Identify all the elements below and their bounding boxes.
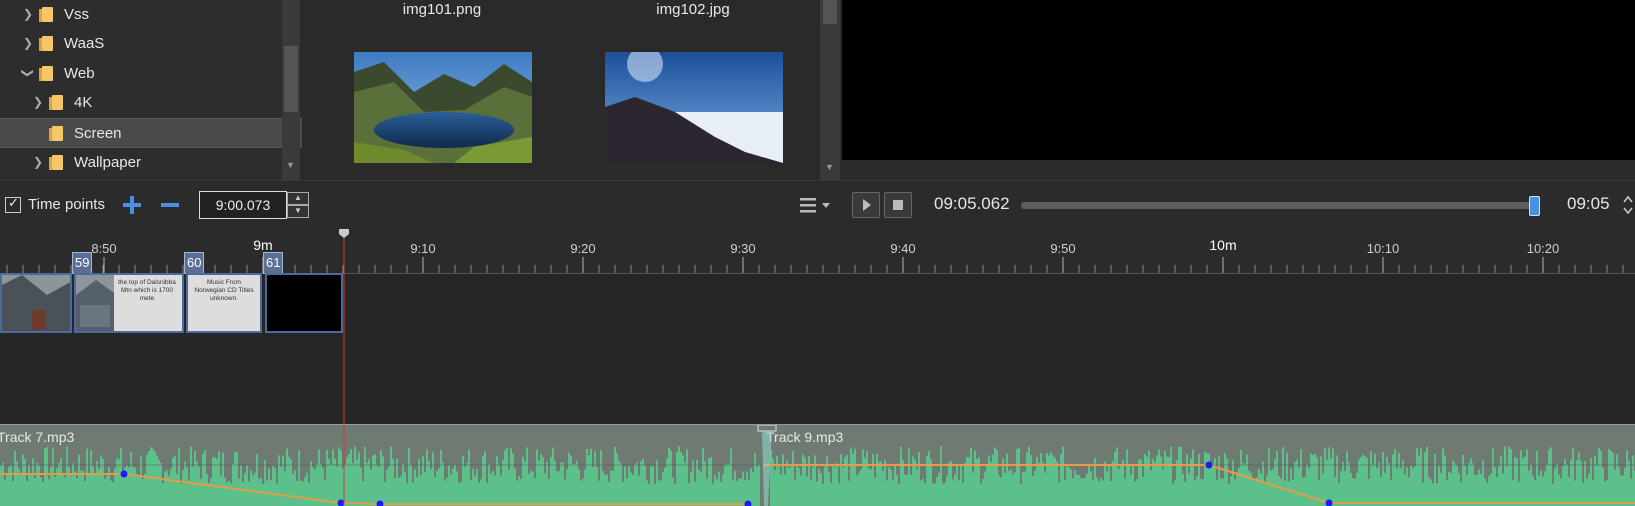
ruler-label: 9:30 bbox=[730, 241, 755, 256]
ruler-label: 9:40 bbox=[890, 241, 915, 256]
spin-down-icon[interactable]: ▼ bbox=[287, 205, 309, 218]
tree-item-wallpaper[interactable]: ❯ Wallpaper bbox=[0, 148, 314, 176]
scroll-down-icon[interactable]: ▼ bbox=[286, 160, 295, 170]
browser-scrollbar-thumb[interactable] bbox=[823, 0, 837, 24]
file-label-clipped bbox=[352, 172, 532, 180]
slide-number: 59 bbox=[72, 252, 92, 274]
folder-tree: ❯ Vss ❯ WaaS ❯ Web ❯ 4K Screen ❯ Wallpap… bbox=[0, 0, 300, 180]
playhead-line bbox=[344, 238, 345, 505]
slide-clip[interactable]: Music From Norwegian CD Titles unknown. bbox=[186, 273, 262, 333]
folder-icon bbox=[42, 36, 53, 51]
browser-scrollbar[interactable]: ▼ bbox=[820, 0, 840, 180]
ruler-label: 10m bbox=[1209, 237, 1236, 253]
slide-caption: the top of Dalsnibba Mtn which is 1700 m… bbox=[116, 279, 178, 303]
folder-icon bbox=[42, 66, 53, 81]
chevron-right-icon[interactable]: ❯ bbox=[22, 37, 34, 49]
envelope-keypoint bbox=[121, 471, 128, 478]
stop-icon bbox=[885, 193, 911, 217]
timeline-toolbar: ✓ Time points 9:00.073 ▲ ▼ 09:05.062 09:… bbox=[0, 180, 1635, 230]
ruler-label: 10:10 bbox=[1367, 241, 1400, 256]
current-time: 09:05.062 bbox=[934, 194, 1010, 214]
chevron-right-icon[interactable]: ❯ bbox=[32, 156, 44, 168]
ruler-label: 9m bbox=[253, 237, 272, 253]
ruler-label: 9:20 bbox=[570, 241, 595, 256]
tree-item-4k[interactable]: ❯ 4K bbox=[0, 88, 314, 116]
seek-bar[interactable] bbox=[1021, 202, 1539, 209]
crossfade-marker[interactable] bbox=[756, 425, 780, 506]
file-label: img102.jpg bbox=[603, 1, 783, 18]
ruler-label: 10:20 bbox=[1527, 241, 1560, 256]
spin-up-icon[interactable]: ▲ bbox=[287, 192, 309, 205]
envelope-keypoint bbox=[1206, 462, 1213, 469]
slide-caption: Music From Norwegian CD Titles unknown. bbox=[192, 279, 256, 303]
playhead-handle[interactable] bbox=[339, 229, 349, 238]
playhead[interactable] bbox=[336, 228, 352, 505]
tree-item-label: Web bbox=[64, 65, 95, 82]
folder-icon bbox=[42, 7, 53, 22]
slide-clip-black[interactable] bbox=[265, 273, 343, 333]
file-label: img101.png bbox=[352, 1, 532, 18]
waveform-bars bbox=[0, 446, 1635, 506]
lake-mountain-thumbnail[interactable] bbox=[354, 52, 532, 163]
folder-icon bbox=[52, 126, 63, 141]
time-ruler[interactable]: 8:50 9m 9:10 9:20 9:30 9:40 9:50 10m 10:… bbox=[0, 229, 1635, 274]
tree-item-waas[interactable]: ❯ WaaS bbox=[0, 29, 304, 57]
tree-item-label: WaaS bbox=[64, 35, 104, 52]
slide-thumbnail bbox=[76, 275, 114, 331]
tree-item-label: Wallpaper bbox=[74, 154, 141, 171]
mountain-clouds-thumbnail[interactable] bbox=[605, 52, 783, 163]
chevron-right-icon[interactable]: ❯ bbox=[32, 96, 44, 108]
tree-item-label: 4K bbox=[74, 94, 92, 111]
add-time-point-icon[interactable] bbox=[122, 195, 142, 215]
seek-thumb[interactable] bbox=[1529, 196, 1540, 216]
time-points-label: Time points bbox=[28, 196, 105, 213]
tree-scrollbar-thumb[interactable] bbox=[284, 46, 298, 112]
audio-clip-label: Track 7.mp3 bbox=[0, 429, 74, 445]
remove-time-point-icon[interactable] bbox=[160, 195, 180, 215]
chevron-right-icon[interactable]: ❯ bbox=[22, 8, 34, 20]
audio-track[interactable]: Track 7.mp3 Track 9.mp3 bbox=[0, 424, 1635, 506]
checkmark-icon: ✓ bbox=[8, 195, 19, 211]
tree-item-label: Screen bbox=[74, 125, 122, 142]
chevron-down-icon[interactable]: ❯ bbox=[22, 67, 34, 79]
expand-icon[interactable] bbox=[1620, 193, 1634, 217]
tree-scrollbar[interactable]: ▼ bbox=[282, 0, 300, 180]
ruler-label: 9:50 bbox=[1050, 241, 1075, 256]
ruler-label: 9:10 bbox=[410, 241, 435, 256]
slide-clip[interactable]: the top of Dalsnibba Mtn which is 1700 m… bbox=[74, 273, 184, 333]
slide-number: 60 bbox=[184, 252, 204, 274]
preview-window bbox=[842, 0, 1635, 160]
folder-icon bbox=[52, 155, 63, 170]
play-icon bbox=[853, 193, 879, 217]
end-time: 09:05 bbox=[1567, 194, 1610, 214]
stop-button[interactable] bbox=[884, 192, 912, 218]
time-points-checkbox[interactable]: ✓ bbox=[5, 197, 21, 213]
ruler-label: 8:50 bbox=[91, 241, 116, 256]
file-browser: img101.png img102.jpg ▼ bbox=[302, 0, 842, 180]
play-button[interactable] bbox=[852, 192, 880, 218]
menu-icon[interactable] bbox=[798, 196, 834, 214]
slide-number: 61 bbox=[263, 252, 283, 274]
folder-icon bbox=[52, 95, 63, 110]
tree-item-vss[interactable]: ❯ Vss bbox=[0, 0, 304, 28]
tree-item-web[interactable]: ❯ Web bbox=[0, 59, 304, 87]
tree-item-label: Vss bbox=[64, 6, 89, 23]
time-point-input[interactable]: 9:00.073 bbox=[199, 191, 287, 219]
slide-clip[interactable] bbox=[0, 273, 72, 333]
slide-thumbnail bbox=[2, 275, 72, 333]
scroll-down-icon[interactable]: ▼ bbox=[825, 162, 834, 172]
